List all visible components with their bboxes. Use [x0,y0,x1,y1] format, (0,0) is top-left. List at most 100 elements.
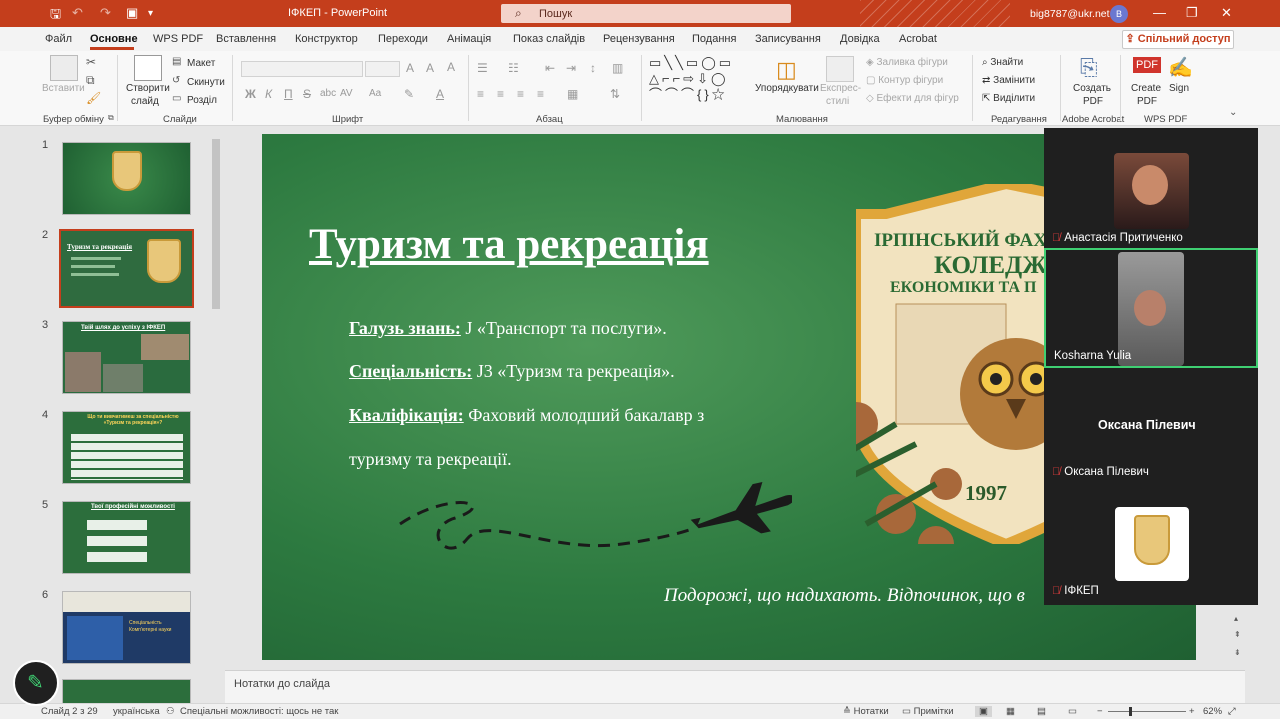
tab-acrobat[interactable]: Acrobat [899,33,937,45]
language-indicator[interactable]: українська [113,706,160,717]
slide-thumbnail-4[interactable]: Що ти вивчатимеш за спеціальністю «Туриз… [62,411,191,484]
slide-sorter-icon[interactable]: ▦ [1006,706,1015,717]
participant-tile-active-speaker[interactable]: Kosharna Yulia [1044,248,1258,368]
replace-button[interactable]: ⇄ Замінити [982,75,1035,86]
scroll-up-icon[interactable]: ▴ [1234,614,1238,623]
notes-placeholder[interactable]: Нотатки до слайда [234,678,330,690]
minimize-icon[interactable]: — [1153,5,1166,20]
create-pdf-label-2[interactable]: PDF [1083,96,1103,107]
shape-outline-button[interactable]: ▢ Контур фігури [866,75,943,86]
search-input[interactable]: ⌕ Пошук [501,4,791,23]
participant-tile[interactable]: 🎙̸ Анастасія Притиченко [1044,128,1258,248]
zoom-out-icon[interactable]: − [1097,706,1103,717]
text-direction-icon[interactable]: ⇅ [610,87,620,101]
accessibility-icon[interactable]: ⚇ [166,706,175,717]
justify-icon[interactable]: ≡ [537,87,544,101]
decrease-font-icon[interactable]: A [426,61,434,75]
paste-icon[interactable] [50,55,78,81]
quick-styles-label-2[interactable]: стилі [826,96,849,107]
arrange-button[interactable]: Упорядкувати [755,83,819,94]
create-pdf-icon[interactable]: ⎘ [1080,55,1098,81]
participant-tile[interactable]: Оксана Пілевич 🎙̸ Оксана Пілевич [1044,368,1258,488]
new-slide-label-1[interactable]: Створити [126,83,170,94]
tab-view[interactable]: Подання [692,33,736,45]
italic-button[interactable]: К [265,87,272,101]
slideshow-icon[interactable]: ▣ [126,5,138,21]
highlight-icon[interactable]: ✎ [404,87,414,101]
redo-icon[interactable]: ↷ [100,5,111,21]
share-button[interactable]: ⇪ Спільний доступ [1122,30,1234,49]
user-email[interactable]: big8787@ukr.net [1030,8,1110,20]
layout-button[interactable]: Макет [187,58,215,69]
zoom-slider[interactable] [1108,707,1186,716]
tab-help[interactable]: Довідка [840,33,880,45]
slideshow-view-icon[interactable]: ▭ [1068,706,1077,717]
slide-thumbnail-1[interactable] [62,142,191,215]
tab-home[interactable]: Основне [90,33,138,45]
align-left-icon[interactable]: ≡ [477,87,484,101]
find-button[interactable]: ⌕ Знайти [982,57,1023,68]
create-pdf-label-1[interactable]: Создать [1073,83,1111,94]
shape-effects-button[interactable]: ◇ Ефекти для фігур [866,93,959,104]
slide-row-field[interactable]: Галузь знань: J «Транспорт та послуги». [349,318,667,339]
increase-indent-icon[interactable]: ⇥ [566,61,576,75]
clear-format-icon[interactable]: A [447,60,455,74]
cut-icon[interactable]: ✂ [86,55,96,69]
prev-slide-icon[interactable]: ⇞ [1234,630,1241,639]
font-size-select[interactable] [365,61,400,77]
wps-create-label-2[interactable]: PDF [1137,96,1157,107]
columns-split-icon[interactable]: ▦ [567,87,578,101]
slide-row-specialty[interactable]: Спеціальність: J3 «Туризм та рекреація». [349,361,675,382]
tab-review[interactable]: Рецензування [603,33,675,45]
tab-file[interactable]: Файл [45,33,72,45]
restore-icon[interactable]: ❐ [1186,5,1198,21]
zoom-level[interactable]: 62% [1203,706,1222,717]
bullets-icon[interactable]: ☰ [477,61,488,75]
increase-font-icon[interactable]: A [406,61,414,75]
change-case-button[interactable]: Aa [369,88,381,99]
slide-row-continuation[interactable]: туризму та рекреації. [349,449,512,470]
collapse-ribbon-icon[interactable]: ⌄ [1229,107,1237,118]
new-slide-label-2[interactable]: слайд [131,96,159,107]
customize-icon[interactable]: ▾ [148,8,153,19]
scrollbar-thumb[interactable] [212,139,220,309]
align-center-icon[interactable]: ≡ [497,87,504,101]
reset-button[interactable]: Скинути [187,77,225,88]
new-slide-icon[interactable] [134,55,162,81]
zoom-slider-thumb[interactable] [1129,707,1132,716]
undo-icon[interactable]: ↶ [72,5,83,21]
sign-button[interactable]: Sign [1169,83,1189,94]
reading-view-icon[interactable]: ▤ [1037,706,1046,717]
slide-scrollbar[interactable]: ▴ ⇞ ⇟ [1232,610,1244,670]
slide-footer-slogan[interactable]: Подорожі, що надихають. Відпочинок, що в [664,585,1025,607]
slide-row-qualification[interactable]: Кваліфікація: Фаховий молодший бакалавр … [349,405,704,426]
slide-thumbnail-6[interactable]: Спеціальність Комп'ютерні науки [62,591,191,664]
select-button[interactable]: ⇱ Виділити [982,93,1035,104]
columns-icon[interactable]: ▥ [612,61,623,75]
section-button[interactable]: Розділ [187,95,217,106]
tab-slideshow[interactable]: Показ слайдів [513,33,585,45]
comments-toggle[interactable]: ▭ Примітки [902,706,954,717]
font-color-icon[interactable]: A [436,87,444,101]
numbering-icon[interactable]: ☷ [508,61,519,75]
next-slide-icon[interactable]: ⇟ [1234,648,1241,657]
quick-styles-label-1[interactable]: Експрес- [820,83,861,94]
tab-wps-pdf[interactable]: WPS PDF [153,33,203,45]
copy-icon[interactable]: ⧉ [86,73,95,88]
decrease-indent-icon[interactable]: ⇤ [545,61,555,75]
line-spacing-icon[interactable]: ↕ [590,61,596,75]
quick-styles-icon[interactable] [826,56,854,82]
annotate-pen-button[interactable]: ✎ [13,660,59,706]
wps-pdf-icon[interactable]: PDF [1133,57,1161,73]
tab-design[interactable]: Конструктор [295,33,358,45]
accessibility-status[interactable]: Спеціальні можливості: щось не так [180,706,338,717]
save-icon[interactable]: 🖫 [50,5,61,27]
align-right-icon[interactable]: ≡ [517,87,524,101]
slide-thumbnail-2[interactable]: Туризм та рекреація [59,229,194,308]
participant-tile[interactable]: 🎙̸ ІФКЕП [1044,488,1258,605]
strikethrough-button[interactable]: S [303,87,311,101]
dialog-launcher-icon[interactable]: ⧉ [108,113,114,123]
notes-pane[interactable]: Нотатки до слайда [225,670,1245,703]
slide-thumbnail-7[interactable] [62,679,191,705]
arrange-icon[interactable]: ◫ [776,57,797,83]
